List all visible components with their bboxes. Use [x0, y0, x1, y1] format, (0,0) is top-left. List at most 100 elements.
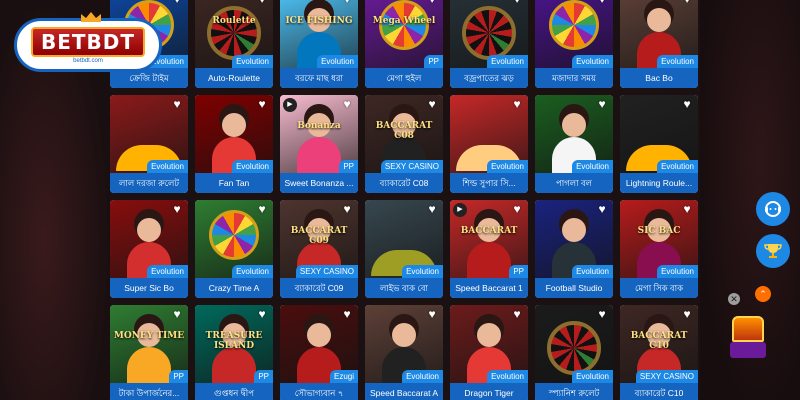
- game-name[interactable]: Auto-Roulette: [195, 68, 273, 88]
- game-card[interactable]: ♥ Evolutionবজ্রপাতের ঝড়: [450, 0, 528, 88]
- favorite-heart-icon[interactable]: ♥: [426, 203, 438, 215]
- game-card[interactable]: MONEY TIME ♥ PP টাকা উপার্জনের...: [110, 305, 188, 400]
- game-card[interactable]: Mega Wheel ♥ PPমেগা হুইল: [365, 0, 443, 88]
- game-name[interactable]: স্প্যানিশ রুলেট: [535, 383, 613, 400]
- game-name[interactable]: টাকা উপার্জনের...: [110, 383, 188, 400]
- game-card[interactable]: ♥ Evolution Fan Tan: [195, 95, 273, 193]
- favorite-heart-icon[interactable]: ♥: [596, 308, 608, 320]
- game-name[interactable]: পাগলা বল: [535, 173, 613, 193]
- game-name[interactable]: গুপ্তধন দ্বীপ: [195, 383, 273, 400]
- game-card[interactable]: ♥ Evolution Dragon Tiger: [450, 305, 528, 400]
- site-logo[interactable]: BETBDT betbdt.com: [14, 12, 162, 72]
- favorite-heart-icon[interactable]: ♥: [256, 203, 268, 215]
- support-chat-button[interactable]: [756, 192, 790, 226]
- game-name[interactable]: মেগা হুইল: [365, 68, 443, 88]
- game-card[interactable]: ♥ Evolution Speed Baccarat A: [365, 305, 443, 400]
- favorite-heart-icon[interactable]: ♥: [171, 98, 183, 110]
- close-promo-button[interactable]: ✕: [728, 293, 740, 305]
- game-card[interactable]: BACCARAT C10 ♥ SEXY CASINO ব্যাকারেট C10: [620, 305, 698, 400]
- game-card[interactable]: BACCARAT C09 ♥ SEXY CASINO ব্যাকারেট C09: [280, 200, 358, 298]
- favorite-heart-icon[interactable]: ♥: [596, 0, 608, 5]
- game-card[interactable]: ♥ Evolution লাল দরজা রুলেট: [110, 95, 188, 193]
- game-thumbnail[interactable]: TREASURE ISLAND ♥ PP: [195, 305, 273, 383]
- game-name[interactable]: ব্যাকারেট C08: [365, 173, 443, 193]
- favorite-heart-icon[interactable]: ♥: [596, 203, 608, 215]
- favorite-heart-icon[interactable]: ♥: [171, 0, 183, 5]
- favorite-heart-icon[interactable]: ♥: [341, 98, 353, 110]
- game-thumbnail[interactable]: ♥ Evolution: [535, 95, 613, 173]
- game-card[interactable]: ♥ Evolution Crazy Time A: [195, 200, 273, 298]
- game-name[interactable]: সৌভাগ্যবান ৭: [280, 383, 358, 400]
- favorite-heart-icon[interactable]: ♥: [681, 0, 693, 5]
- favorite-heart-icon[interactable]: ♥: [426, 308, 438, 320]
- game-thumbnail[interactable]: ♥ Evolution: [365, 305, 443, 383]
- game-card[interactable]: TREASURE ISLAND ♥ PP গুপ্তধন দ্বীপ: [195, 305, 273, 400]
- favorite-heart-icon[interactable]: ♥: [681, 308, 693, 320]
- favorite-heart-icon[interactable]: ♥: [426, 0, 438, 5]
- favorite-heart-icon[interactable]: ♥: [256, 308, 268, 320]
- game-card[interactable]: ♥ Evolution স্প্যানিশ রুলেট: [535, 305, 613, 400]
- game-thumbnail[interactable]: ♥ Evolution: [535, 0, 613, 68]
- game-name[interactable]: Sweet Bonanza ...: [280, 173, 358, 193]
- game-name[interactable]: Super Sic Bo: [110, 278, 188, 298]
- game-thumbnail[interactable]: ♥ Ezugi: [280, 305, 358, 383]
- game-card[interactable]: ♥ Evolution Super Sic Bo: [110, 200, 188, 298]
- favorite-heart-icon[interactable]: ♥: [341, 0, 353, 5]
- favorite-heart-icon[interactable]: ♥: [511, 203, 523, 215]
- game-card[interactable]: ♥ Ezugi সৌভাগ্যবান ৭: [280, 305, 358, 400]
- game-name[interactable]: Lightning Roule...: [620, 173, 698, 193]
- game-thumbnail[interactable]: ♥ Evolution: [365, 200, 443, 278]
- game-name[interactable]: ব্যাকারেট C09: [280, 278, 358, 298]
- game-name[interactable]: Bac Bo: [620, 68, 698, 88]
- favorite-heart-icon[interactable]: ♥: [341, 308, 353, 320]
- game-card[interactable]: Roulette ♥ EvolutionAuto-Roulette: [195, 0, 273, 88]
- favorite-heart-icon[interactable]: ♥: [511, 98, 523, 110]
- game-thumbnail[interactable]: SIC BAC ♥ Evolution: [620, 200, 698, 278]
- game-thumbnail[interactable]: BACCARAT C10 ♥ SEXY CASINO: [620, 305, 698, 383]
- favorite-heart-icon[interactable]: ♥: [511, 308, 523, 320]
- game-card[interactable]: ♥ Evolution Football Studio: [535, 200, 613, 298]
- game-thumbnail[interactable]: BACCARAT C08 ♥ SEXY CASINO: [365, 95, 443, 173]
- game-name[interactable]: বজ্রপাতের ঝড়: [450, 68, 528, 88]
- game-name[interactable]: Speed Baccarat 1: [450, 278, 528, 298]
- game-thumbnail[interactable]: ♥ Evolution: [450, 305, 528, 383]
- favorite-heart-icon[interactable]: ♥: [341, 203, 353, 215]
- game-name[interactable]: Football Studio: [535, 278, 613, 298]
- game-name[interactable]: মেগা সিক বাক: [620, 278, 698, 298]
- game-name[interactable]: ব্যাকারেট C10: [620, 383, 698, 400]
- game-card[interactable]: ♥ EvolutionBac Bo: [620, 0, 698, 88]
- game-card[interactable]: ♥ Evolution পাগলা বল: [535, 95, 613, 193]
- game-card[interactable]: Bonanza ▶ ♥ PP Sweet Bonanza ...: [280, 95, 358, 193]
- game-thumbnail[interactable]: BACCARAT C09 ♥ SEXY CASINO: [280, 200, 358, 278]
- game-name[interactable]: Dragon Tiger: [450, 383, 528, 400]
- game-thumbnail[interactable]: ♥ Evolution: [110, 95, 188, 173]
- game-thumbnail[interactable]: ♥ Evolution: [450, 0, 528, 68]
- game-card[interactable]: ♥ Evolutionমজাদার সময়: [535, 0, 613, 88]
- game-thumbnail[interactable]: ♥ Evolution: [195, 200, 273, 278]
- game-name[interactable]: শিল্ড সুপার সি...: [450, 173, 528, 193]
- game-thumbnail[interactable]: BACCARAT ▶ ♥ PP: [450, 200, 528, 278]
- favorite-heart-icon[interactable]: ♥: [426, 98, 438, 110]
- favorite-heart-icon[interactable]: ♥: [681, 203, 693, 215]
- game-card[interactable]: ♥ Evolution Lightning Roule...: [620, 95, 698, 193]
- game-card[interactable]: SIC BAC ♥ Evolution মেগা সিক বাক: [620, 200, 698, 298]
- favorite-heart-icon[interactable]: ♥: [171, 203, 183, 215]
- game-thumbnail[interactable]: ♥ Evolution: [110, 200, 188, 278]
- favorite-heart-icon[interactable]: ♥: [256, 0, 268, 5]
- game-thumbnail[interactable]: Bonanza ▶ ♥ PP: [280, 95, 358, 173]
- game-name[interactable]: লাল দরজা রুলেট: [110, 173, 188, 193]
- game-thumbnail[interactable]: Mega Wheel ♥ PP: [365, 0, 443, 68]
- game-card[interactable]: ♥ Evolution লাইভ বাক বো: [365, 200, 443, 298]
- game-card[interactable]: BACCARAT C08 ♥ SEXY CASINO ব্যাকারেট C08: [365, 95, 443, 193]
- game-card[interactable]: ♥ Evolution শিল্ড সুপার সি...: [450, 95, 528, 193]
- rewards-button[interactable]: [756, 234, 790, 268]
- game-name[interactable]: Crazy Time A: [195, 278, 273, 298]
- game-thumbnail[interactable]: ICE FISHING ♥ Evolution: [280, 0, 358, 68]
- game-name[interactable]: Fan Tan: [195, 173, 273, 193]
- favorite-heart-icon[interactable]: ♥: [171, 308, 183, 320]
- favorite-heart-icon[interactable]: ♥: [681, 98, 693, 110]
- treasure-chest-icon[interactable]: [732, 316, 764, 342]
- game-thumbnail[interactable]: ♥ Evolution: [535, 305, 613, 383]
- game-name[interactable]: মজাদার সময়: [535, 68, 613, 88]
- game-card[interactable]: ICE FISHING ♥ Evolutionবরফে মাছ ধরা: [280, 0, 358, 88]
